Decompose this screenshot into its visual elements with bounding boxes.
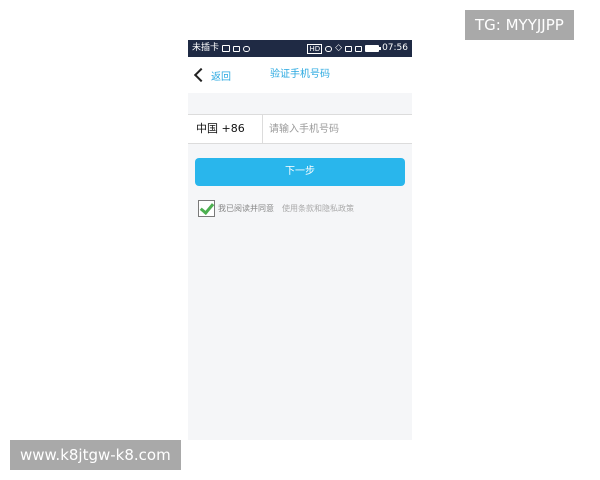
app-notification-icon [233,45,241,52]
terms-privacy-link[interactable]: 使用条款和隐私政策 [282,203,354,214]
sim-1-icon [345,45,353,52]
alarm-icon [325,45,333,52]
agreement-row: 我已阅读并同意 使用条款和隐私政策 [198,199,354,217]
status-bar-right: HD ◇ 07:56 [307,40,408,57]
phone-screen: 未插卡 HD ◇ 07:56 返回 验证手机号码 中国 +86 请输入手机号码 … [188,40,412,440]
sim-2-icon [355,45,363,52]
phone-number-row: 中国 +86 [188,114,412,144]
image-notification-icon [222,45,231,52]
country-code-selector[interactable]: 中国 +86 [188,115,263,143]
wifi-icon: ◇ [335,43,343,53]
screen: TG: MYYJJPP 未插卡 HD ◇ 07:56 返回 验证手机号码 中国 … [0,0,600,480]
carrier-label: 未插卡 [192,43,220,53]
checkmark-icon [199,199,215,216]
next-step-button[interactable]: 下一步 [195,158,405,186]
battery-icon [365,45,382,52]
agree-checkbox[interactable] [198,199,215,217]
watermark-bottom: www.k8jtgw-k8.com [10,440,181,470]
nav-bar: 返回 验证手机号码 [188,57,412,93]
phone-number-input[interactable] [263,115,412,143]
page-title: 验证手机号码 [270,69,330,80]
agreement-text: 我已阅读并同意 [218,204,274,213]
watermark-top: TG: MYYJJPP [465,10,574,40]
hd-badge: HD [307,43,323,54]
status-bar: 未插卡 HD ◇ 07:56 [188,40,412,57]
cloud-notification-icon [243,45,251,52]
status-bar-left: 未插卡 [192,40,251,57]
status-time: 07:56 [382,43,408,53]
